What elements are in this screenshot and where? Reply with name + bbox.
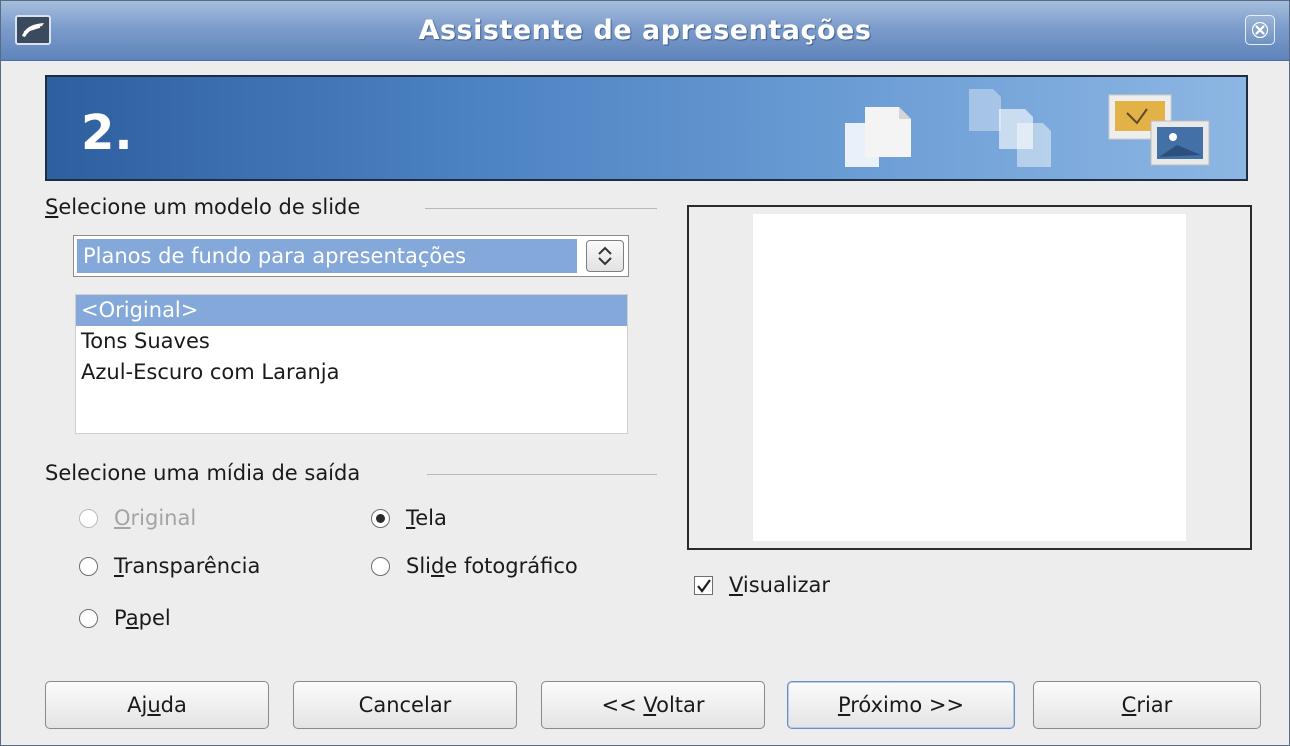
help-button[interactable]: Ajuda — [45, 681, 269, 729]
radio-papel[interactable]: Papel — [79, 606, 171, 630]
output-media-section-label: Selecione uma mídia de saída — [45, 461, 361, 485]
window-title: Assistente de apresentações — [418, 15, 872, 46]
checkbox-label: Visualizar — [729, 573, 831, 597]
radio-circle-icon — [79, 556, 98, 576]
radio-label: Slide fotográfico — [406, 554, 578, 578]
radio-circle-icon — [79, 508, 98, 528]
radio-slide-fotografico[interactable]: Slide fotográfico — [371, 554, 578, 578]
section-divider — [425, 208, 657, 209]
step-number: 2. — [81, 105, 133, 161]
radio-transparencia[interactable]: Transparência — [79, 554, 260, 578]
dialog-window: Assistente de apresentações 2. Selecione… — [0, 0, 1290, 746]
preview-checkbox[interactable]: Visualizar — [694, 573, 830, 597]
radio-label: Original — [114, 506, 197, 530]
radio-original[interactable]: Original — [79, 506, 196, 530]
preview-frame — [687, 205, 1252, 550]
back-button[interactable]: << Voltar — [541, 681, 765, 729]
create-button[interactable]: Criar — [1033, 681, 1261, 729]
preview-page — [753, 214, 1186, 541]
radio-circle-icon — [371, 556, 390, 576]
list-item[interactable]: Tons Suaves — [76, 326, 627, 357]
category-select[interactable]: Planos de fundo para apresentações — [73, 235, 629, 277]
radio-tela[interactable]: Tela — [371, 506, 447, 530]
category-select-button[interactable] — [586, 240, 624, 272]
documents-icon — [969, 89, 1051, 167]
slide-model-section-label: Selecione um modelo de slide — [45, 195, 360, 219]
radio-circle-icon — [79, 608, 98, 628]
mnemonic-letter: S — [45, 195, 59, 219]
checkmark-icon — [697, 578, 711, 593]
title-bar[interactable]: Assistente de apresentações — [1, 1, 1289, 61]
list-item[interactable]: Azul-Escuro com Laranja — [76, 357, 627, 388]
list-item[interactable]: <Original> — [76, 295, 627, 326]
category-select-value[interactable]: Planos de fundo para apresentações — [77, 239, 577, 273]
wizard-banner: 2. — [45, 75, 1248, 181]
radio-circle-icon — [371, 508, 390, 528]
section-divider — [427, 474, 657, 475]
section-label-text: elecione um modelo de slide — [58, 195, 361, 219]
radio-label: Tela — [406, 506, 447, 530]
images-icon — [1108, 94, 1210, 166]
spinner-arrows-icon — [598, 246, 612, 266]
checkbox-icon — [694, 575, 713, 595]
radio-label: Transparência — [114, 554, 261, 578]
close-icon — [1252, 22, 1268, 38]
slide-model-list[interactable]: <Original> Tons Suaves Azul-Escuro com L… — [75, 294, 628, 434]
pages-icon — [845, 107, 911, 167]
radio-label: Papel — [114, 606, 171, 630]
close-button[interactable] — [1245, 15, 1275, 45]
cancel-button[interactable]: Cancelar — [293, 681, 517, 729]
next-button[interactable]: Próximo >> — [787, 681, 1015, 729]
